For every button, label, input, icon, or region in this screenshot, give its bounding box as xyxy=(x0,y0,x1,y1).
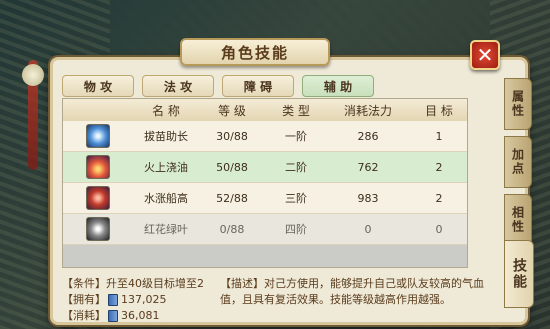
skill-target: 2 xyxy=(435,191,443,205)
owned-label: 【拥有】 xyxy=(62,293,106,306)
skill-type: 三阶 xyxy=(285,192,307,205)
skill-type: 二阶 xyxy=(285,161,307,174)
condition-label: 【条件】 xyxy=(62,277,106,290)
tab-support[interactable]: 辅 助 xyxy=(302,75,374,97)
table-row[interactable]: 拔苗助长 30/88 一阶 286 1 xyxy=(63,121,467,152)
skill-type: 一阶 xyxy=(285,130,307,143)
skill-category-tabs: 物 攻 法 攻 障 碍 辅 助 xyxy=(62,75,374,97)
side-tab-attributes[interactable]: 属性 xyxy=(504,78,532,130)
skill-level: 30/88 xyxy=(216,129,248,143)
skill-table: 名 称 等 级 类 型 消耗法力 目 标 拔苗助长 30/88 一阶 286 1… xyxy=(62,98,468,268)
tab-physical-attack[interactable]: 物 攻 xyxy=(62,75,134,97)
skill-name: 红花绿叶 xyxy=(144,223,188,236)
table-row[interactable]: 红花绿叶 0/88 四阶 0 0 xyxy=(63,214,467,245)
header-type: 类 型 xyxy=(282,103,310,118)
owned-value: 137,025 xyxy=(121,293,167,306)
cost-label: 【消耗】 xyxy=(62,309,106,322)
skill-cost: 983 xyxy=(357,191,379,205)
skill-name: 火上浇油 xyxy=(144,161,188,174)
header-level: 等 级 xyxy=(218,103,246,118)
condition-value: 升至40级目标增至2 xyxy=(106,277,204,290)
table-row[interactable]: 水涨船高 52/88 三阶 983 2 xyxy=(63,183,467,214)
skill-target: 0 xyxy=(435,222,443,236)
skill-target: 1 xyxy=(435,129,443,143)
close-button[interactable]: ✕ xyxy=(470,40,500,70)
skill-name: 水涨船高 xyxy=(144,192,188,205)
side-tab-affinity[interactable]: 相性 xyxy=(504,194,532,246)
side-tab-points[interactable]: 加点 xyxy=(504,136,532,188)
skill-lightning-icon xyxy=(86,124,110,148)
skill-cost: 762 xyxy=(357,160,379,174)
header-cost: 消耗法力 xyxy=(343,103,392,118)
skill-level: 52/88 xyxy=(216,191,248,205)
tab-obstacle[interactable]: 障 碍 xyxy=(222,75,294,97)
ornament-pendant-icon xyxy=(22,64,44,86)
skill-name: 拔苗助长 xyxy=(144,130,188,143)
skill-info-left: 【条件】 升至40级目标增至2 【拥有】 137,025 【消耗】 36,081 xyxy=(62,276,212,324)
header-name: 名 称 xyxy=(152,103,180,118)
table-header: 名 称 等 级 类 型 消耗法力 目 标 xyxy=(63,99,467,121)
skill-water-icon xyxy=(86,186,110,210)
header-target: 目 标 xyxy=(425,103,453,118)
skill-target: 2 xyxy=(435,160,443,174)
table-row[interactable]: 火上浇油 50/88 二阶 762 2 xyxy=(63,152,467,183)
tab-magic-attack[interactable]: 法 攻 xyxy=(142,75,214,97)
panel-title: 角色技能 xyxy=(180,38,330,66)
skill-cost: 286 xyxy=(357,129,379,143)
skill-grey-icon xyxy=(86,217,110,241)
book-icon xyxy=(108,310,118,322)
skill-level: 0/88 xyxy=(219,222,245,236)
side-tabs: 属性 加点 相性 xyxy=(504,78,532,246)
cost-line: 【消耗】 36,081 xyxy=(62,308,212,324)
skill-level: 50/88 xyxy=(216,160,248,174)
skill-cost: 0 xyxy=(364,222,372,236)
owned-line: 【拥有】 137,025 xyxy=(62,292,212,308)
skill-description: 【描述】对己方使用，能够提升自己或队友较高的气血值，且具有复活效果。技能等级越高… xyxy=(220,277,484,306)
cost-value: 36,081 xyxy=(121,309,160,322)
skill-fire-icon xyxy=(86,155,110,179)
skill-type: 四阶 xyxy=(285,223,307,236)
condition-line: 【条件】 升至40级目标增至2 xyxy=(62,276,212,292)
book-icon xyxy=(108,294,118,306)
side-tab-skills[interactable]: 技能 xyxy=(504,240,534,308)
